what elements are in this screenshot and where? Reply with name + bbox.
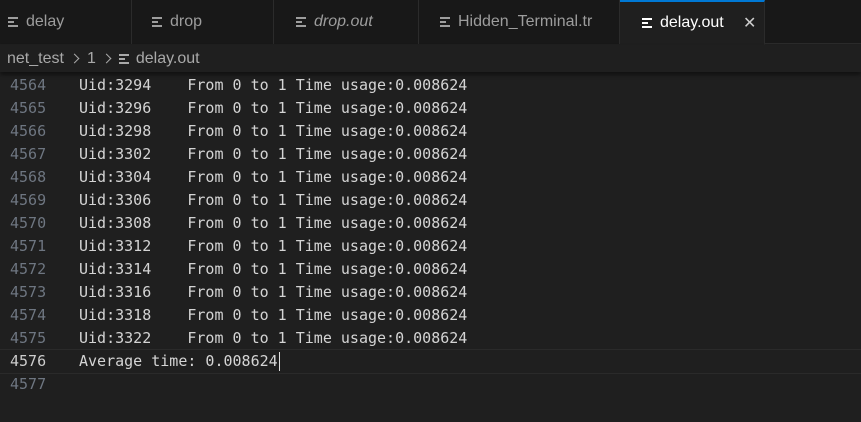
line-text[interactable]: Uid:3312 From 0 to 1 Time usage:0.008624 <box>79 235 467 258</box>
line-text[interactable]: Uid:3302 From 0 to 1 Time usage:0.008624 <box>79 143 467 166</box>
chevron-right-icon <box>69 53 80 64</box>
tab-label: drop <box>170 13 203 30</box>
tab-drop[interactable]: drop <box>132 0 274 44</box>
code-line: 4567 Uid:3302 From 0 to 1 Time usage:0.0… <box>0 143 861 166</box>
code-line: 4575 Uid:3322 From 0 to 1 Time usage:0.0… <box>0 327 861 350</box>
code-line: 4564 Uid:3294 From 0 to 1 Time usage:0.0… <box>0 74 861 97</box>
tab-label: delay.out <box>660 14 724 31</box>
line-text[interactable]: Uid:3322 From 0 to 1 Time usage:0.008624 <box>79 327 467 350</box>
line-number: 4568 <box>10 168 47 186</box>
line-number: 4570 <box>10 214 47 232</box>
chevron-right-icon <box>101 53 112 64</box>
line-text[interactable]: Uid:3314 From 0 to 1 Time usage:0.008624 <box>79 258 467 281</box>
line-text[interactable]: Uid:3306 From 0 to 1 Time usage:0.008624 <box>79 189 467 212</box>
tab-label: Hidden_Terminal.tr <box>458 13 593 30</box>
line-text[interactable]: Uid:3298 From 0 to 1 Time usage:0.008624 <box>79 120 467 143</box>
tab-delay[interactable]: delay <box>0 0 132 44</box>
code-line: 4570 Uid:3308 From 0 to 1 Time usage:0.0… <box>0 212 861 235</box>
file-lines-icon <box>118 53 129 65</box>
tab-delay-out[interactable]: delay.out ✕ <box>620 0 765 45</box>
breadcrumb-file-label: delay.out <box>135 49 200 67</box>
code-line: 4573 Uid:3316 From 0 to 1 Time usage:0.0… <box>0 281 861 304</box>
file-lines-icon <box>8 16 18 28</box>
tab-label: delay <box>26 13 65 30</box>
line-text[interactable]: Uid:3318 From 0 to 1 Time usage:0.008624 <box>79 304 467 327</box>
close-icon[interactable]: ✕ <box>742 13 758 33</box>
line-number: 4566 <box>10 122 47 140</box>
line-number: 4573 <box>10 283 47 301</box>
line-text[interactable]: Uid:3296 From 0 to 1 Time usage:0.008624 <box>79 97 467 120</box>
breadcrumb-subfolder[interactable]: 1 <box>87 50 96 68</box>
text-cursor <box>278 352 280 371</box>
breadcrumb-folder[interactable]: net_test <box>7 50 64 68</box>
code-line: 4574 Uid:3318 From 0 to 1 Time usage:0.0… <box>0 304 861 327</box>
file-lines-icon <box>642 17 652 29</box>
line-number: 4572 <box>10 260 47 278</box>
line-number: 4574 <box>10 306 47 324</box>
code-line: 4569 Uid:3306 From 0 to 1 Time usage:0.0… <box>0 189 861 212</box>
tab-hidden-terminal-tr[interactable]: Hidden_Terminal.tr <box>419 0 620 44</box>
code-line: 4565 Uid:3296 From 0 to 1 Time usage:0.0… <box>0 97 861 120</box>
line-number: 4567 <box>10 145 47 163</box>
line-text[interactable]: Uid:3294 From 0 to 1 Time usage:0.008624 <box>79 74 467 97</box>
current-code-line: 4576 Average time: 0.008624 <box>0 349 861 374</box>
line-text[interactable]: Uid:3316 From 0 to 1 Time usage:0.008624 <box>79 281 467 304</box>
file-lines-icon <box>152 16 162 28</box>
code-line: 4572 Uid:3314 From 0 to 1 Time usage:0.0… <box>0 258 861 281</box>
line-number: 4575 <box>10 329 47 347</box>
code-line: 4568 Uid:3304 From 0 to 1 Time usage:0.0… <box>0 166 861 189</box>
editor[interactable]: 4564 Uid:3294 From 0 to 1 Time usage:0.0… <box>0 72 861 422</box>
file-lines-icon <box>296 16 306 28</box>
tab-label: drop.out <box>314 13 373 30</box>
tab-drop-out[interactable]: drop.out <box>274 0 419 44</box>
line-text[interactable]: Uid:3304 From 0 to 1 Time usage:0.008624 <box>79 166 467 189</box>
line-text-content: Average time: 0.008624 <box>79 352 278 370</box>
line-number: 4565 <box>10 99 47 117</box>
line-number: 4577 <box>10 375 47 393</box>
line-text[interactable]: Uid:3308 From 0 to 1 Time usage:0.008624 <box>79 212 467 235</box>
code-line: 4566 Uid:3298 From 0 to 1 Time usage:0.0… <box>0 120 861 143</box>
tab-bar: delay drop drop.out Hidden_Terminal.tr d… <box>0 0 861 45</box>
line-number: 4571 <box>10 237 47 255</box>
line-number: 4576 <box>10 352 47 370</box>
line-number: 4564 <box>10 76 47 94</box>
code-line: 4577 <box>0 373 861 396</box>
line-text[interactable]: Average time: 0.008624 <box>79 350 280 373</box>
code-line: 4571 Uid:3312 From 0 to 1 Time usage:0.0… <box>0 235 861 258</box>
breadcrumb: net_test 1 delay.out <box>0 45 861 72</box>
breadcrumb-file[interactable]: delay.out <box>118 49 200 68</box>
line-number: 4569 <box>10 191 47 209</box>
file-lines-icon <box>440 16 450 28</box>
